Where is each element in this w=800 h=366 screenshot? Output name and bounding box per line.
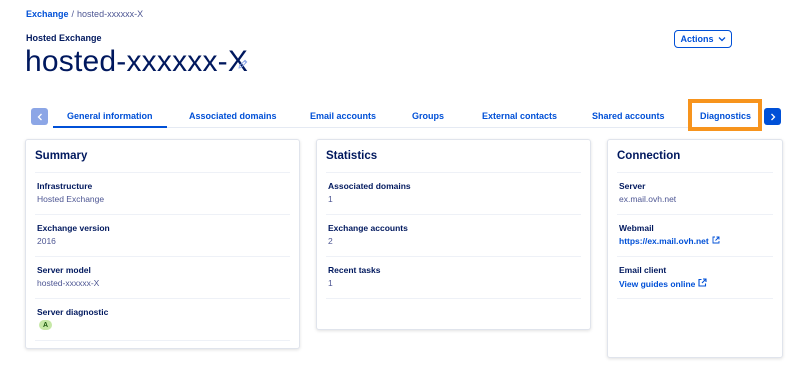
statistics-title: Statistics	[326, 150, 378, 162]
summary-title: Summary	[35, 150, 88, 162]
server-model-value: hosted-xxxxxx-X	[37, 278, 100, 288]
divider	[326, 298, 581, 299]
server-value: ex.mail.ovh.net	[619, 194, 677, 204]
divider	[326, 172, 581, 173]
edit-pencil-icon[interactable]	[237, 57, 249, 69]
tab-external-contacts[interactable]: External contacts	[482, 111, 557, 121]
page-subtitle: Hosted Exchange	[26, 33, 102, 43]
email-client-label: Email client	[619, 265, 667, 275]
tab-email-accounts[interactable]: Email accounts	[310, 111, 376, 121]
tab-shared-accounts[interactable]: Shared accounts	[592, 111, 665, 121]
actions-button[interactable]: Actions	[674, 30, 732, 48]
chevron-left-icon	[37, 108, 43, 126]
divider	[617, 214, 773, 215]
actions-button-label: Actions	[680, 34, 714, 44]
divider	[326, 256, 581, 257]
breadcrumb-exchange-link[interactable]: Exchange	[26, 9, 69, 19]
summary-card: Summary Infrastructure Hosted Exchange E…	[25, 139, 300, 349]
recent-tasks-value: 1	[328, 278, 333, 288]
external-link-icon	[712, 236, 720, 246]
exchange-version-value: 2016	[37, 236, 56, 246]
chevron-right-icon	[770, 108, 776, 126]
divider	[35, 172, 290, 173]
page-title: hosted-xxxxxx-X	[25, 45, 249, 78]
exchange-accounts-value: 2	[328, 236, 333, 246]
tab-general-information[interactable]: General information	[53, 111, 166, 128]
tab-associated-domains[interactable]: Associated domains	[189, 111, 277, 121]
breadcrumb-current: hosted-xxxxxx-X	[77, 9, 144, 19]
divider	[617, 298, 773, 299]
server-diagnostic-label: Server diagnostic	[37, 307, 109, 317]
divider	[617, 256, 773, 257]
webmail-link-text: https://ex.mail.ovh.net	[619, 236, 709, 246]
external-link-icon	[698, 278, 707, 289]
webmail-label: Webmail	[619, 223, 654, 233]
recent-tasks-label: Recent tasks	[328, 265, 381, 275]
divider	[35, 214, 290, 215]
view-guides-link-text: View guides online	[619, 278, 696, 289]
server-label: Server	[619, 181, 646, 191]
connection-title: Connection	[617, 150, 681, 162]
divider	[35, 340, 290, 341]
exchange-accounts-label: Exchange accounts	[328, 223, 408, 233]
breadcrumb: Exchange / hosted-xxxxxx-X	[26, 9, 143, 19]
diagnostic-status-badge: A	[39, 320, 52, 330]
infrastructure-label: Infrastructure	[37, 181, 93, 191]
divider	[617, 172, 773, 173]
view-guides-link[interactable]: View guides online	[619, 278, 707, 289]
divider	[326, 214, 581, 215]
breadcrumb-separator: /	[71, 9, 75, 19]
tab-scroll-left-button[interactable]	[31, 108, 48, 125]
chevron-down-icon	[718, 34, 726, 44]
associated-domains-value: 1	[328, 194, 333, 204]
divider	[35, 298, 290, 299]
tab-groups[interactable]: Groups	[412, 111, 444, 121]
tab-diagnostics[interactable]: Diagnostics	[700, 111, 751, 121]
exchange-version-label: Exchange version	[37, 223, 110, 233]
statistics-card: Statistics Associated domains 1 Exchange…	[316, 139, 591, 330]
tab-bar: General information Associated domains E…	[0, 99, 800, 132]
webmail-link[interactable]: https://ex.mail.ovh.net	[619, 236, 720, 246]
tab-scroll-right-button[interactable]	[764, 108, 781, 125]
divider	[35, 256, 290, 257]
connection-card: Connection Server ex.mail.ovh.net Webmai…	[607, 139, 783, 358]
infrastructure-value: Hosted Exchange	[37, 194, 105, 204]
associated-domains-label: Associated domains	[328, 181, 411, 191]
server-model-label: Server model	[37, 265, 91, 275]
